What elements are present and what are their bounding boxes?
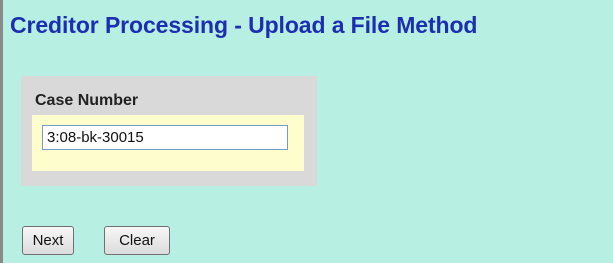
case-number-label: Case Number bbox=[35, 92, 139, 109]
next-button[interactable]: Next bbox=[22, 226, 74, 255]
left-border bbox=[0, 0, 3, 263]
clear-button[interactable]: Clear bbox=[104, 226, 170, 255]
case-number-field-container bbox=[32, 115, 304, 171]
page-title: Creditor Processing - Upload a File Meth… bbox=[10, 12, 478, 38]
case-number-input[interactable] bbox=[42, 125, 288, 150]
case-number-panel: Case Number bbox=[21, 76, 317, 186]
